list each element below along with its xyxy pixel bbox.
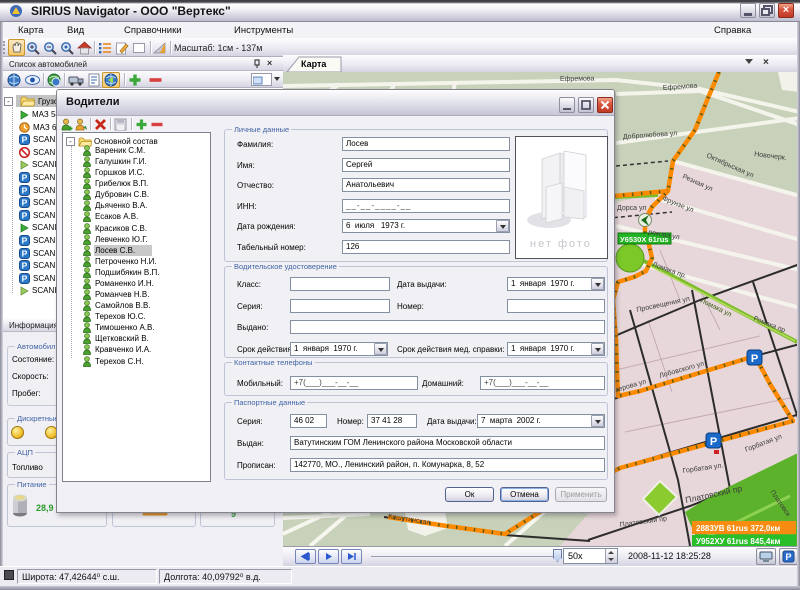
svg-text:P: P [22, 186, 28, 196]
svg-text:P: P [22, 261, 28, 271]
svg-text:У952ХУ 61rus 845,4км: У952ХУ 61rus 845,4км [696, 537, 780, 546]
svg-text:P: P [22, 236, 28, 246]
svg-text:P: P [710, 436, 717, 448]
svg-text:P: P [22, 135, 28, 145]
svg-text:P: P [22, 249, 28, 259]
svg-text:P: P [751, 353, 758, 365]
svg-text:P: P [22, 198, 28, 208]
svg-text:2883УВ 61rus 372,0км: 2883УВ 61rus 372,0км [696, 524, 780, 533]
svg-text:Ефремова: Ефремова [560, 75, 595, 83]
svg-text:P: P [22, 274, 28, 284]
svg-text:нет фото: нет фото [530, 238, 592, 250]
svg-text:Дорса ул: Дорса ул [617, 205, 646, 212]
svg-text:P: P [22, 173, 28, 183]
svg-text:P: P [22, 211, 28, 221]
svg-text:P: P [785, 552, 791, 562]
